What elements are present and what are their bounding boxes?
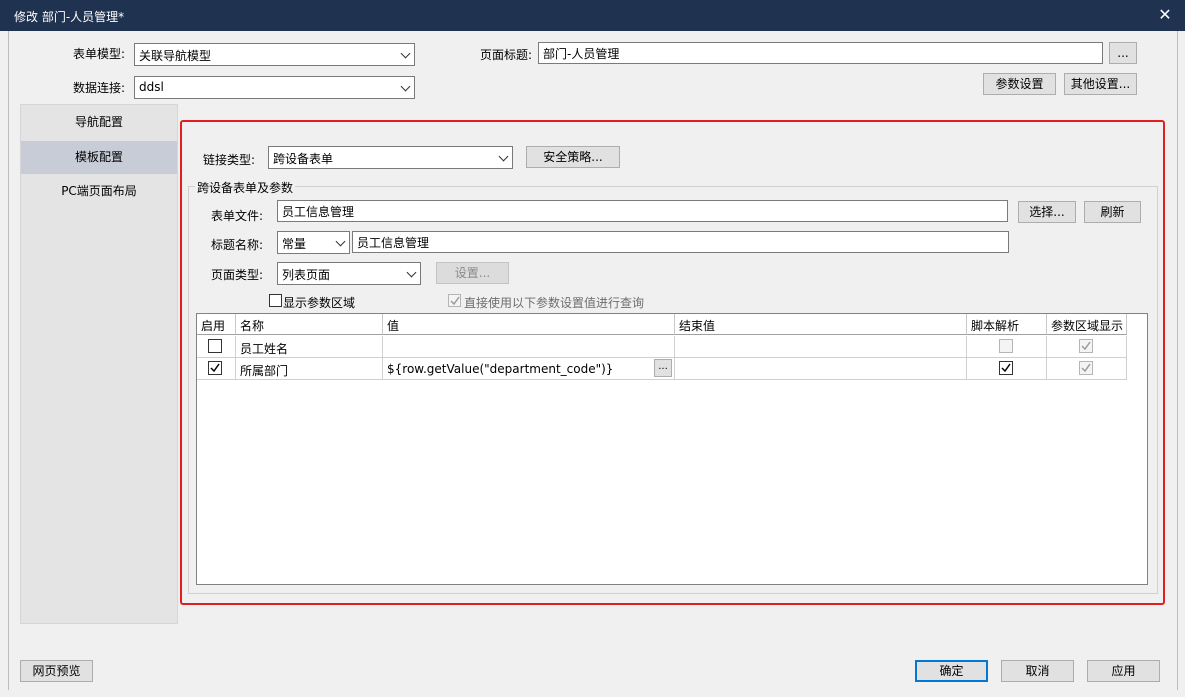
form-file-value: 员工信息管理 (282, 205, 355, 219)
web-preview-button[interactable]: 网页预览 (20, 660, 93, 682)
row1-script-cell (967, 336, 1047, 358)
page-title-label: 页面标题: (480, 48, 533, 62)
row1-value[interactable] (383, 336, 675, 358)
data-connection-label: 数据连接: (73, 81, 126, 95)
row1-name: 员工姓名 (236, 336, 383, 358)
form-file-label: 表单文件: (211, 209, 264, 223)
check-icon (1001, 363, 1011, 373)
cancel-button[interactable]: 取消 (1001, 660, 1074, 682)
row2-enabled-checkbox[interactable] (208, 361, 222, 375)
row2-script-checkbox[interactable] (999, 361, 1013, 375)
page-type-value: 列表页面 (282, 268, 331, 282)
link-type-label: 链接类型: (203, 153, 256, 167)
ok-button[interactable]: 确定 (915, 660, 988, 682)
page-title-more-button[interactable]: ... (1109, 42, 1137, 64)
security-policy-button[interactable]: 安全策略... (526, 146, 620, 168)
row1-show-cell (1047, 336, 1127, 358)
page-settings-button[interactable]: 设置... (436, 262, 509, 284)
check-icon (1081, 363, 1091, 373)
row1-show-checkbox[interactable] (1079, 339, 1093, 353)
show-param-area-label: 显示参数区域 (283, 296, 356, 310)
row2-name: 所属部门 (236, 358, 383, 380)
check-icon (210, 363, 220, 373)
row2-value: ${row.getValue("department_code")} (387, 362, 614, 376)
other-settings-button[interactable]: 其他设置... (1064, 73, 1137, 95)
grid-header-param-display[interactable]: 参数区域显示 (1047, 314, 1127, 335)
link-type-value: 跨设备表单 (273, 152, 334, 166)
title-mode-value: 常量 (282, 237, 307, 251)
chevron-down-icon (498, 151, 509, 162)
grid-header-script[interactable]: 脚本解析 (967, 314, 1047, 335)
grid-header-enabled[interactable]: 启用 (197, 314, 236, 335)
check-icon (1081, 341, 1091, 351)
chevron-down-icon (406, 267, 417, 278)
row2-show-checkbox[interactable] (1079, 361, 1093, 375)
form-file-input[interactable]: 员工信息管理 (277, 200, 1008, 222)
row2-script-cell (967, 358, 1047, 380)
page-type-label: 页面类型: (211, 268, 264, 282)
group-title: 跨设备表单及参数 (195, 179, 296, 196)
row1-enabled-checkbox[interactable] (208, 339, 222, 353)
title-mode-select[interactable]: 常量 (277, 231, 350, 254)
row2-value-cell[interactable]: ${row.getValue("department_code")} ... (383, 358, 675, 380)
page-type-select[interactable]: 列表页面 (277, 262, 421, 285)
sidebar-item-pc-layout[interactable]: PC端页面布局 (21, 175, 177, 208)
select-form-button[interactable]: 选择... (1018, 201, 1076, 223)
table-row (197, 336, 236, 358)
form-model-label: 表单模型: (73, 47, 126, 61)
param-settings-button[interactable]: 参数设置 (983, 73, 1056, 95)
chevron-down-icon (400, 81, 411, 92)
param-grid: 启用 名称 值 结束值 脚本解析 参数区域显示 员工姓名 所属部门 ${row.… (196, 313, 1148, 585)
chevron-down-icon (335, 236, 346, 247)
use-params-query-checkbox[interactable] (448, 294, 461, 307)
row2-show-cell (1047, 358, 1127, 380)
check-icon (450, 296, 460, 306)
form-model-select[interactable]: 关联导航模型 (134, 43, 415, 66)
data-connection-select[interactable]: ddsl (134, 76, 415, 99)
title-name-input[interactable]: 员工信息管理 (352, 231, 1009, 253)
data-connection-value: ddsl (139, 80, 164, 94)
grid-header-end-value[interactable]: 结束值 (675, 314, 967, 335)
show-param-area-checkbox[interactable] (269, 294, 282, 307)
use-params-query-label: 直接使用以下参数设置值进行查询 (464, 296, 645, 310)
row2-value-more-button[interactable]: ... (654, 359, 672, 377)
chevron-down-icon (400, 48, 411, 59)
sidebar-item-template-config[interactable]: 模板配置 (21, 141, 177, 174)
window-title: 修改 部门-人员管理* (14, 10, 125, 24)
title-name-label: 标题名称: (211, 238, 264, 252)
apply-button[interactable]: 应用 (1087, 660, 1160, 682)
row1-script-checkbox[interactable] (999, 339, 1013, 353)
form-model-value: 关联导航模型 (139, 49, 212, 63)
title-bar: 修改 部门-人员管理* ✕ (0, 0, 1185, 31)
row1-end-value[interactable] (675, 336, 967, 358)
table-row (197, 358, 236, 380)
grid-header-value[interactable]: 值 (383, 314, 675, 335)
sidebar-item-nav-config[interactable]: 导航配置 (21, 106, 177, 139)
title-name-value: 员工信息管理 (357, 236, 430, 250)
refresh-button[interactable]: 刷新 (1084, 201, 1141, 223)
link-type-select[interactable]: 跨设备表单 (268, 146, 513, 169)
row2-end-value[interactable] (675, 358, 967, 380)
close-icon[interactable]: ✕ (1152, 3, 1178, 27)
page-title-value: 部门-人员管理 (543, 47, 620, 61)
grid-header-name[interactable]: 名称 (236, 314, 383, 335)
page-title-input[interactable]: 部门-人员管理 (538, 42, 1103, 64)
sidebar: 导航配置 模板配置 PC端页面布局 (20, 104, 178, 624)
